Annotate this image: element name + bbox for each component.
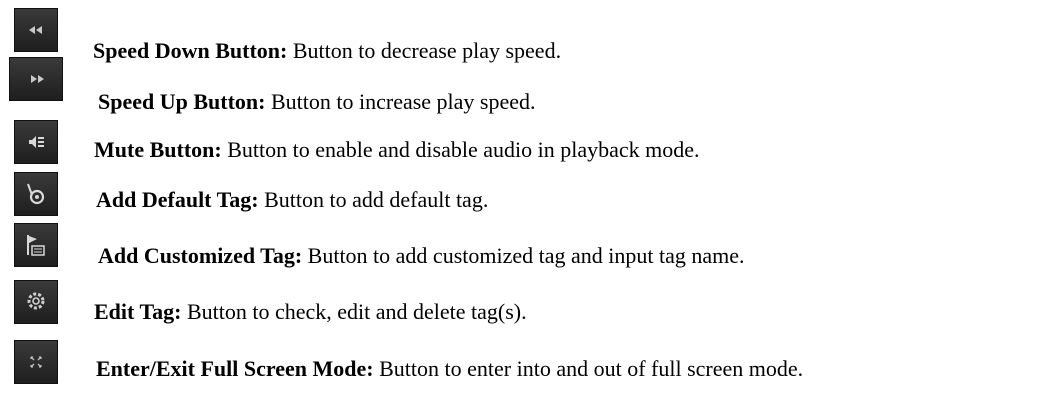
add-default-tag-icon — [27, 183, 45, 205]
fullscreen-description: Enter/Exit Full Screen Mode: Button to e… — [96, 356, 803, 382]
item-text: Button to add default tag. — [258, 187, 489, 212]
item-text: Button to add customized tag and input t… — [302, 243, 745, 268]
item-title: Speed Up Button: — [98, 89, 266, 114]
add-customized-tag-description: Add Customized Tag: Button to add custom… — [98, 243, 745, 269]
item-title: Mute Button: — [94, 137, 222, 162]
edit-tag-button[interactable] — [14, 280, 58, 324]
add-default-tag-button[interactable] — [14, 172, 58, 216]
edit-tag-icon — [27, 292, 45, 310]
item-title: Add Customized Tag: — [98, 243, 303, 268]
add-default-tag-description: Add Default Tag: Button to add default t… — [96, 187, 488, 213]
item-text: Button to check, edit and delete tag(s). — [181, 299, 527, 324]
fullscreen-icon — [30, 356, 42, 368]
edit-tag-description: Edit Tag: Button to check, edit and dele… — [94, 299, 527, 325]
add-customized-tag-button[interactable] — [14, 223, 58, 267]
item-text: Button to increase play speed. — [265, 89, 536, 114]
item-text: Button to enter into and out of full scr… — [373, 356, 804, 381]
fullscreen-button[interactable] — [14, 340, 58, 384]
speed-up-button[interactable] — [9, 57, 63, 101]
mute-icon — [29, 136, 44, 148]
speed-up-icon — [31, 75, 44, 83]
item-title: Enter/Exit Full Screen Mode: — [96, 356, 374, 381]
item-title: Add Default Tag: — [96, 187, 259, 212]
item-text: Button to enable and disable audio in pl… — [221, 137, 700, 162]
mute-description: Mute Button: Button to enable and disabl… — [94, 137, 700, 163]
mute-button[interactable] — [14, 120, 58, 164]
add-customized-tag-icon — [27, 235, 45, 256]
item-title: Edit Tag: — [94, 299, 182, 324]
speed-up-description: Speed Up Button: Button to increase play… — [98, 89, 536, 115]
fullscreen-item: Enter/Exit Full Screen Mode: Button to e… — [0, 0, 1042, 384]
